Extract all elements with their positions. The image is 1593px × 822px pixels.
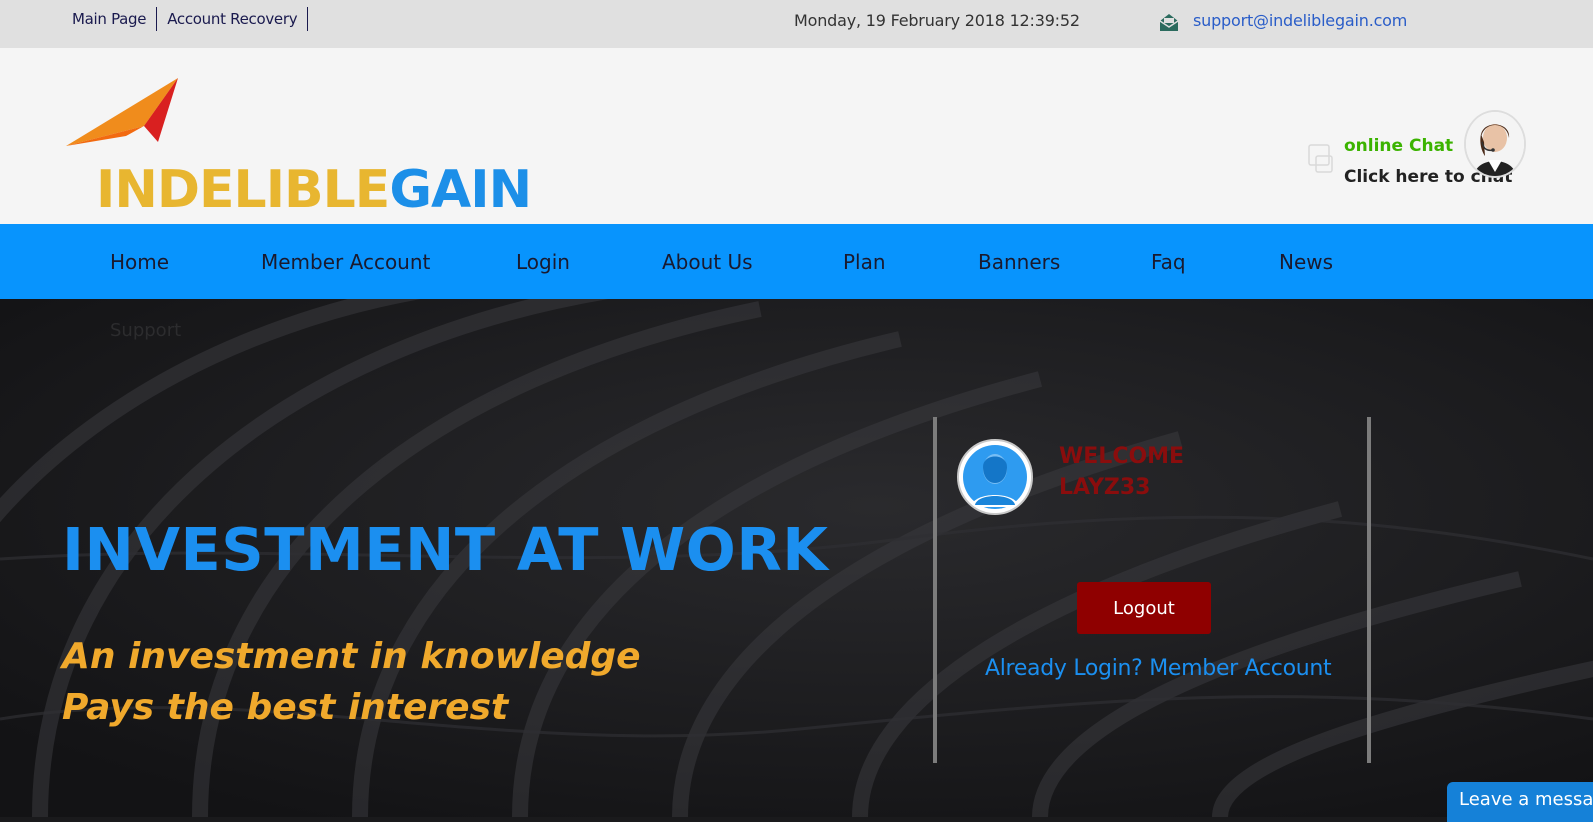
member-account-link[interactable]: Already Login? Member Account [985,656,1332,681]
username: LAYZ33 [1059,475,1151,500]
nav-plan[interactable]: Plan [843,250,886,274]
logout-button[interactable]: Logout [1077,582,1211,634]
logo-part1: INDELIBLE [96,160,390,220]
leave-message-button[interactable]: Leave a message [1447,782,1593,822]
welcome-label: WELCOME [1059,444,1185,469]
nav-news[interactable]: News [1279,250,1333,274]
nav-faq[interactable]: Faq [1151,250,1186,274]
top-links: Main Page Account Recovery [72,7,309,31]
user-avatar-icon [957,439,1033,515]
account-recovery-link[interactable]: Account Recovery [157,7,309,31]
panel-divider-right [1367,417,1371,763]
panel-divider-left [933,417,937,763]
hero-subtitle-line2: Pays the best interest [62,687,509,728]
chat-bubble-icon [1308,144,1333,173]
site-header: INDELIBLEGAIN online Chat Click here to … [0,48,1593,224]
nav-support[interactable]: Support [110,320,181,341]
chat-agent-avatar [1464,110,1526,178]
nav-banners[interactable]: Banners [978,250,1060,274]
logo-part2: GAIN [389,160,532,220]
top-bar: Main Page Account Recovery Monday, 19 Fe… [0,0,1593,48]
mail-icon [1159,14,1179,31]
main-nav: Home Member Account Login About Us Plan … [0,224,1593,299]
hero-title: INVESTMENT AT WORK [62,515,829,584]
support-email-link[interactable]: support@indeliblegain.com [1193,11,1407,30]
hero-subtitle-line1: An investment in knowledge [62,636,641,677]
nav-home[interactable]: Home [110,250,169,274]
welcome-message: WELCOME LAYZ33 [1059,441,1184,503]
hero-section: Support INVESTMENT AT WORK An investment… [0,299,1593,817]
logo-wordmark: INDELIBLEGAIN [96,164,532,216]
paper-plane-icon [66,78,178,146]
nav-member-account[interactable]: Member Account [261,250,430,274]
main-page-link[interactable]: Main Page [72,7,158,31]
online-chat-widget[interactable]: online Chat Click here to chat [1308,110,1528,190]
current-datetime: Monday, 19 February 2018 12:39:52 [794,11,1080,30]
site-logo[interactable]: INDELIBLEGAIN [66,76,532,246]
nav-login[interactable]: Login [516,250,570,274]
chat-status: online Chat [1344,136,1454,156]
nav-about-us[interactable]: About Us [662,250,753,274]
